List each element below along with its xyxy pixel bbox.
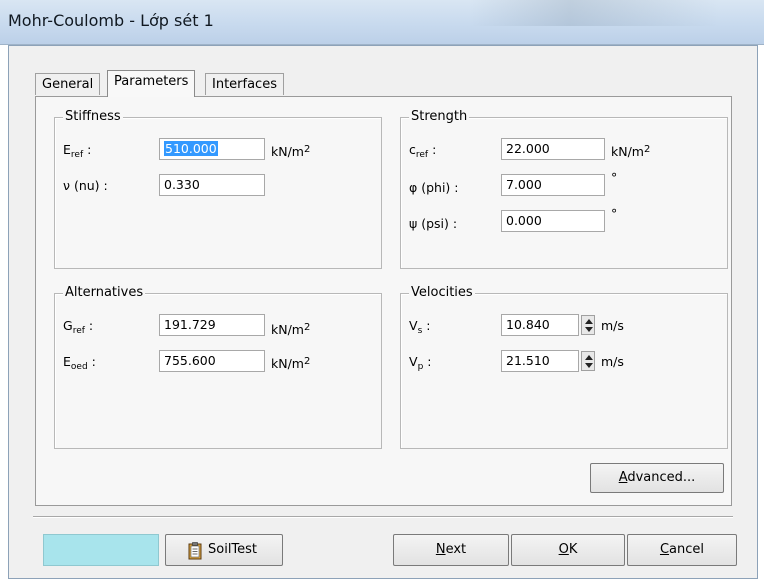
tab-general-label: General <box>42 77 94 92</box>
phi-label: φ (phi) : <box>409 180 459 195</box>
advanced-button[interactable]: Advanced... <box>590 463 724 493</box>
phi-unit: ° <box>611 170 618 185</box>
dialog-client-area: General Parameters Interfaces Stiffness … <box>8 45 758 579</box>
spin-up-icon <box>585 319 593 324</box>
title-bar[interactable]: Mohr-Coulomb - Lớp sét 1 <box>0 0 764 45</box>
nu-input[interactable]: 0.330 <box>159 174 265 196</box>
gref-label: Gref : <box>63 318 94 336</box>
strength-legend: Strength <box>409 109 470 124</box>
eref-unit: kN/m2 <box>271 144 311 159</box>
vp-label: Vp : <box>409 354 432 372</box>
velocities-group: Velocities Vs : 10.840 m/s Vp : 21.510 m… <box>400 285 728 449</box>
vp-spin-button[interactable] <box>581 351 595 371</box>
tab-interfaces[interactable]: Interfaces <box>205 73 284 95</box>
cref-label: cref : <box>409 142 437 160</box>
tab-parameters[interactable]: Parameters <box>107 70 196 97</box>
vp-input[interactable]: 21.510 <box>501 350 579 372</box>
gref-input[interactable]: 191.729 <box>159 314 265 336</box>
eref-input[interactable]: 510.000 <box>159 138 265 160</box>
window-title: Mohr-Coulomb - Lớp sét 1 <box>8 11 214 30</box>
vs-spin-button[interactable] <box>581 315 595 335</box>
gref-unit: kN/m2 <box>271 322 311 337</box>
eoed-unit: kN/m2 <box>271 356 311 371</box>
alternatives-legend: Alternatives <box>63 285 146 300</box>
psi-unit: ° <box>611 206 618 221</box>
velocities-legend: Velocities <box>409 285 475 300</box>
tab-interfaces-label: Interfaces <box>212 77 277 92</box>
vs-label: Vs : <box>409 318 431 336</box>
tab-general[interactable]: General <box>35 73 101 95</box>
clipboard-icon <box>188 542 202 572</box>
stiffness-group: Stiffness Eref : 510.000 kN/m2 ν (nu) : … <box>54 109 382 269</box>
eref-label: Eref : <box>63 142 92 160</box>
cref-input[interactable]: 22.000 <box>501 138 605 160</box>
parameters-panel: Stiffness Eref : 510.000 kN/m2 ν (nu) : … <box>35 96 732 506</box>
nu-label: ν (nu) : <box>63 178 108 193</box>
strength-group: Strength cref : 22.000 kN/m2 φ (phi) : 7… <box>400 109 728 269</box>
soiltest-label: SoilTest <box>208 542 258 557</box>
spin-down-icon <box>585 327 593 332</box>
vp-unit: m/s <box>601 354 624 369</box>
cref-unit: kN/m2 <box>611 144 651 159</box>
vs-unit: m/s <box>601 318 624 333</box>
phi-input[interactable]: 7.000 <box>501 174 605 196</box>
bottom-separator <box>33 516 733 518</box>
spin-down-icon <box>585 363 593 368</box>
alternatives-group: Alternatives Gref : 191.729 kN/m2 Eoed :… <box>54 285 382 449</box>
soiltest-button[interactable]: SoilTest <box>165 534 283 566</box>
tab-parameters-label: Parameters <box>114 74 189 89</box>
psi-label: ψ (psi) : <box>409 216 458 231</box>
eoed-input[interactable]: 755.600 <box>159 350 265 372</box>
cancel-button[interactable]: Cancel <box>627 534 737 566</box>
next-button[interactable]: Next <box>393 534 509 566</box>
stiffness-legend: Stiffness <box>63 109 123 124</box>
vs-input[interactable]: 10.840 <box>501 314 579 336</box>
psi-input[interactable]: 0.000 <box>501 210 605 232</box>
ok-button[interactable]: OK <box>511 534 625 566</box>
title-bar-glare <box>470 0 720 26</box>
eoed-label: Eoed : <box>63 354 96 372</box>
color-swatch[interactable] <box>43 534 159 566</box>
spin-up-icon <box>585 355 593 360</box>
